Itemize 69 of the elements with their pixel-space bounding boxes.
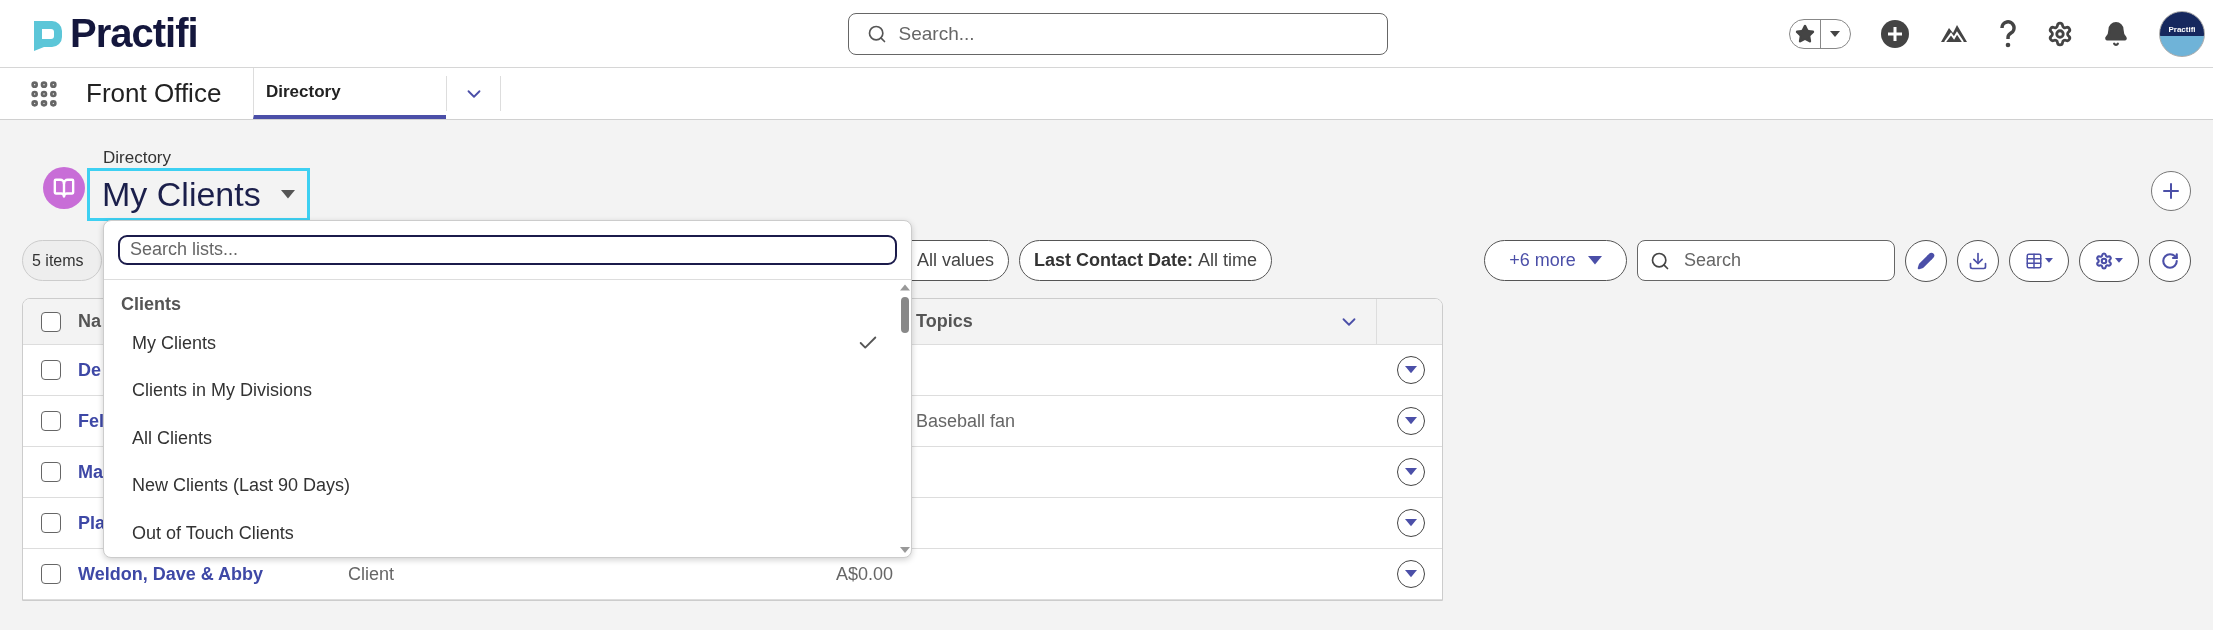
caret-icon	[2045, 258, 2053, 263]
record-link[interactable]: De	[78, 359, 101, 380]
row-actions-button[interactable]	[1397, 407, 1425, 435]
search-icon	[1650, 250, 1670, 271]
search-field[interactable]: Search...	[847, 12, 1388, 55]
checkbox[interactable]	[40, 360, 61, 380]
row-actions-button[interactable]	[1397, 509, 1425, 537]
list-option[interactable]: All Clients	[104, 414, 899, 462]
download-button[interactable]	[1957, 239, 1999, 282]
user-avatar[interactable]: Practifi	[2159, 10, 2205, 57]
help-icon[interactable]	[1999, 19, 2017, 48]
group-heading: Clients	[120, 293, 182, 316]
item-count: 5 items	[22, 240, 102, 281]
table-cell-text: Baseball fan	[915, 410, 1016, 431]
search-icon	[866, 23, 887, 44]
list-option[interactable]: New Clients (Last 90 Days)	[104, 462, 899, 510]
caret-icon	[2115, 258, 2123, 263]
app-name: Front Office	[86, 78, 223, 109]
refresh-button[interactable]	[2149, 239, 2191, 282]
table-icon	[2025, 251, 2043, 270]
search-field[interactable]: Search lists...	[118, 235, 897, 265]
scroll-down-icon	[900, 547, 910, 553]
pencil-icon	[1917, 251, 1935, 270]
caret-icon	[1405, 519, 1417, 527]
row-actions-button[interactable]	[1397, 458, 1425, 486]
list-option[interactable]: Clients in My Divisions	[104, 367, 899, 415]
record-link[interactable]: Weldon, Dave & Abby	[78, 563, 264, 584]
column-header[interactable]: Na	[78, 311, 101, 331]
caret-icon	[1587, 256, 1602, 265]
row-actions-button[interactable]	[1397, 356, 1425, 384]
add-icon[interactable]	[1881, 19, 1909, 48]
edit-button[interactable]	[1905, 239, 1947, 282]
column-header[interactable]: Topics	[916, 311, 973, 332]
record-link[interactable]: Fel	[78, 410, 104, 431]
checkbox[interactable]	[40, 311, 61, 332]
settings-button[interactable]	[2079, 239, 2139, 282]
checkbox[interactable]	[40, 513, 61, 533]
caret-icon	[1405, 468, 1417, 476]
refresh-icon	[2161, 251, 2179, 270]
caret-icon	[1405, 417, 1417, 425]
notifications-icon[interactable]	[2103, 20, 2129, 47]
table-cell: Client	[348, 563, 395, 584]
caret-icon	[1405, 366, 1417, 374]
search-field[interactable]: Search	[1637, 240, 1895, 281]
list-icon	[43, 167, 85, 209]
checkbox[interactable]	[40, 462, 61, 482]
caret-icon	[1405, 570, 1417, 578]
table-cell-text: A$0.00	[834, 563, 894, 585]
more-filters-button[interactable]: +6 more	[1484, 240, 1627, 281]
row-actions-button[interactable]	[1397, 560, 1425, 588]
download-icon	[1968, 250, 1988, 271]
list-option[interactable]: Out of Touch Clients	[104, 509, 899, 557]
favorites-button[interactable]	[1789, 18, 1851, 49]
add-button[interactable]	[2151, 171, 2191, 211]
checkbox[interactable]	[40, 564, 61, 584]
table-view-button[interactable]	[2009, 239, 2069, 282]
record-link[interactable]: Ma	[78, 461, 103, 482]
caret-icon	[280, 190, 295, 199]
scroll-up-icon[interactable]	[900, 283, 910, 291]
checkbox[interactable]	[40, 411, 61, 431]
settings-icon	[2095, 251, 2113, 270]
settings-icon[interactable]	[2047, 20, 2073, 47]
breadcrumb: Directory	[103, 148, 172, 168]
scrollbar-thumb[interactable]	[901, 296, 909, 333]
logo-text: Practifi	[70, 11, 198, 56]
star-icon	[1794, 23, 1815, 44]
list-option[interactable]: My Clients	[104, 319, 899, 367]
filter-pill[interactable]: Last Contact Date: All time	[1019, 240, 1273, 281]
caret-icon	[1830, 30, 1841, 37]
